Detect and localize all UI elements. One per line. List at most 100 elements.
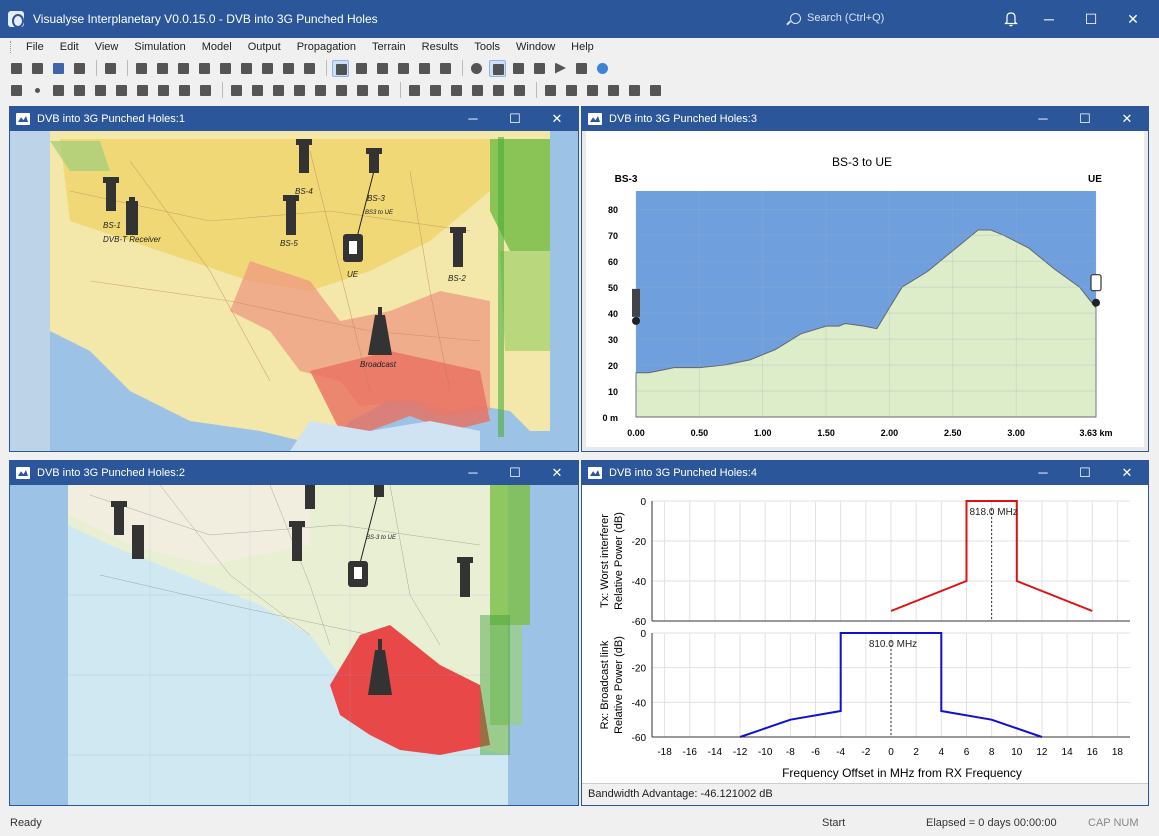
fast-forward-icon[interactable]	[573, 60, 590, 77]
menu-tools[interactable]: Tools	[466, 41, 508, 53]
new-plot-icon[interactable]	[406, 82, 423, 99]
open-file-icon[interactable]	[29, 60, 46, 77]
map-window-1[interactable]: DVB into 3G Punched Holes:1 ─ ☐ ✕ BS-1 D…	[9, 106, 579, 452]
new-terrain-view-icon[interactable]	[154, 60, 171, 77]
map-window-1-minimize[interactable]: ─	[458, 107, 488, 131]
notification-bell-icon[interactable]	[998, 6, 1024, 32]
transfer-icon[interactable]	[626, 82, 643, 99]
new-histogram-icon[interactable]	[469, 82, 486, 99]
new-sky-view-icon[interactable]	[175, 60, 192, 77]
new-3d-view-icon[interactable]	[217, 60, 234, 77]
database-icon[interactable]	[647, 82, 664, 99]
menu-output[interactable]: Output	[240, 41, 289, 53]
clutter-icon[interactable]	[584, 82, 601, 99]
zoom-out-icon[interactable]	[416, 60, 433, 77]
map-window-2[interactable]: DVB into 3G Punched Holes:2 ─ ☐ ✕ BS-3 t…	[9, 460, 579, 806]
map-window-2-minimize[interactable]: ─	[458, 461, 488, 485]
spectrum-window-maximize[interactable]: ☐	[1070, 461, 1100, 485]
map2-bs3-tower-icon[interactable]	[374, 485, 384, 497]
area-analysis-icon[interactable]	[270, 82, 287, 99]
new-image-view-icon[interactable]	[238, 60, 255, 77]
bounded-link-icon[interactable]	[113, 82, 130, 99]
spectrum-window-titlebar[interactable]: DVB into 3G Punched Holes:4 ─ ☐ ✕	[582, 461, 1148, 485]
sum-icon[interactable]	[354, 82, 371, 99]
ue-device-icon[interactable]	[343, 234, 363, 262]
terrain-window-close[interactable]: ✕	[1112, 107, 1142, 131]
variables-icon[interactable]	[197, 82, 214, 99]
new-cdf-icon[interactable]	[490, 82, 507, 99]
map2-bs4-tower-icon[interactable]	[305, 485, 315, 509]
map-window-1-close[interactable]: ✕	[542, 107, 572, 131]
buildings-icon[interactable]	[563, 82, 580, 99]
menu-propagation[interactable]: Propagation	[289, 41, 364, 53]
pointer-select-icon[interactable]	[332, 59, 349, 77]
map-window-1-maximize[interactable]: ☐	[500, 107, 530, 131]
interference-group-icon[interactable]	[155, 82, 172, 99]
map2-ue-device-icon[interactable]	[348, 561, 368, 587]
antenna-icon[interactable]	[8, 82, 25, 99]
copy-icon[interactable]	[102, 60, 119, 77]
map-canvas-2[interactable]: BS-3 to UE	[10, 485, 578, 805]
select-station-icon[interactable]	[353, 60, 370, 77]
save-as-icon[interactable]	[71, 60, 88, 77]
new-graph-icon[interactable]	[427, 82, 444, 99]
clock-icon[interactable]	[468, 60, 485, 77]
carrier-icon[interactable]	[176, 82, 193, 99]
map-window-1-titlebar[interactable]: DVB into 3G Punched Holes:1 ─ ☐ ✕	[10, 107, 578, 131]
terrain-icon[interactable]	[542, 82, 559, 99]
menu-model[interactable]: Model	[194, 41, 240, 53]
new-map-view-icon[interactable]	[133, 60, 150, 77]
multi-link-icon[interactable]	[333, 82, 350, 99]
menu-edit[interactable]: Edit	[52, 41, 87, 53]
pan-icon[interactable]	[374, 60, 391, 77]
terrain-profile-window[interactable]: DVB into 3G Punched Holes:3 ─ ☐ ✕ BS-3 t…	[581, 106, 1149, 452]
new-table-icon[interactable]	[448, 82, 465, 99]
terrain-window-minimize[interactable]: ─	[1028, 107, 1058, 131]
spectrum-window[interactable]: DVB into 3G Punched Holes:4 ─ ☐ ✕ 0 -20 -4…	[581, 460, 1149, 806]
stop-icon[interactable]	[510, 60, 527, 77]
menu-view[interactable]: View	[87, 41, 127, 53]
info-icon[interactable]	[594, 60, 611, 77]
zoom-in-icon[interactable]	[395, 60, 412, 77]
terrain-window-maximize[interactable]: ☐	[1070, 107, 1100, 131]
menu-window[interactable]: Window	[508, 41, 563, 53]
dvbt-receiver-icon[interactable]	[126, 197, 138, 235]
map2-dvbt-receiver-icon[interactable]	[132, 525, 144, 559]
step-icon[interactable]	[531, 60, 548, 77]
station-wizard-icon[interactable]	[228, 82, 245, 99]
menu-simulation[interactable]: Simulation	[126, 41, 193, 53]
menu-results[interactable]: Results	[414, 41, 467, 53]
map-canvas-1[interactable]: BS-1 DVB-T Receiver BS-4 BS-3 BS3 to UE …	[10, 131, 578, 451]
map-window-2-titlebar[interactable]: DVB into 3G Punched Holes:2 ─ ☐ ✕	[10, 461, 578, 485]
new-stats-icon[interactable]	[511, 82, 528, 99]
rewind-icon[interactable]	[489, 59, 506, 77]
maximize-button[interactable]: ☐	[1078, 6, 1104, 32]
play-icon[interactable]	[552, 60, 569, 77]
minimize-button[interactable]: ─	[1036, 6, 1062, 32]
new-file-icon[interactable]	[8, 60, 25, 77]
interference-path-icon[interactable]	[134, 82, 151, 99]
link-icon[interactable]	[71, 82, 88, 99]
map-window-2-close[interactable]: ✕	[542, 461, 572, 485]
close-button[interactable]: ✕	[1120, 6, 1146, 32]
new-watch-view-icon[interactable]	[280, 60, 297, 77]
link-group-icon[interactable]	[92, 82, 109, 99]
new-spectrum-view-icon[interactable]	[196, 60, 213, 77]
coverage-icon[interactable]	[291, 82, 308, 99]
save-icon[interactable]	[50, 60, 67, 77]
menu-terrain[interactable]: Terrain	[364, 41, 414, 53]
new-chart-view-icon[interactable]	[301, 60, 318, 77]
annotation-icon[interactable]	[437, 60, 454, 77]
spectrum-window-minimize[interactable]: ─	[1028, 461, 1058, 485]
search-box[interactable]: Search (Ctrl+Q)	[790, 12, 884, 24]
station-group-icon[interactable]	[50, 82, 67, 99]
new-table-view-icon[interactable]	[259, 60, 276, 77]
link-wizard-icon[interactable]	[249, 82, 266, 99]
map-window-2-maximize[interactable]: ☐	[500, 461, 530, 485]
station-point-icon[interactable]	[29, 82, 46, 99]
export-icon[interactable]	[375, 82, 392, 99]
spectrum-window-close[interactable]: ✕	[1112, 461, 1142, 485]
profile-icon[interactable]	[605, 82, 622, 99]
menu-file[interactable]: File	[18, 41, 52, 53]
route-icon[interactable]	[312, 82, 329, 99]
